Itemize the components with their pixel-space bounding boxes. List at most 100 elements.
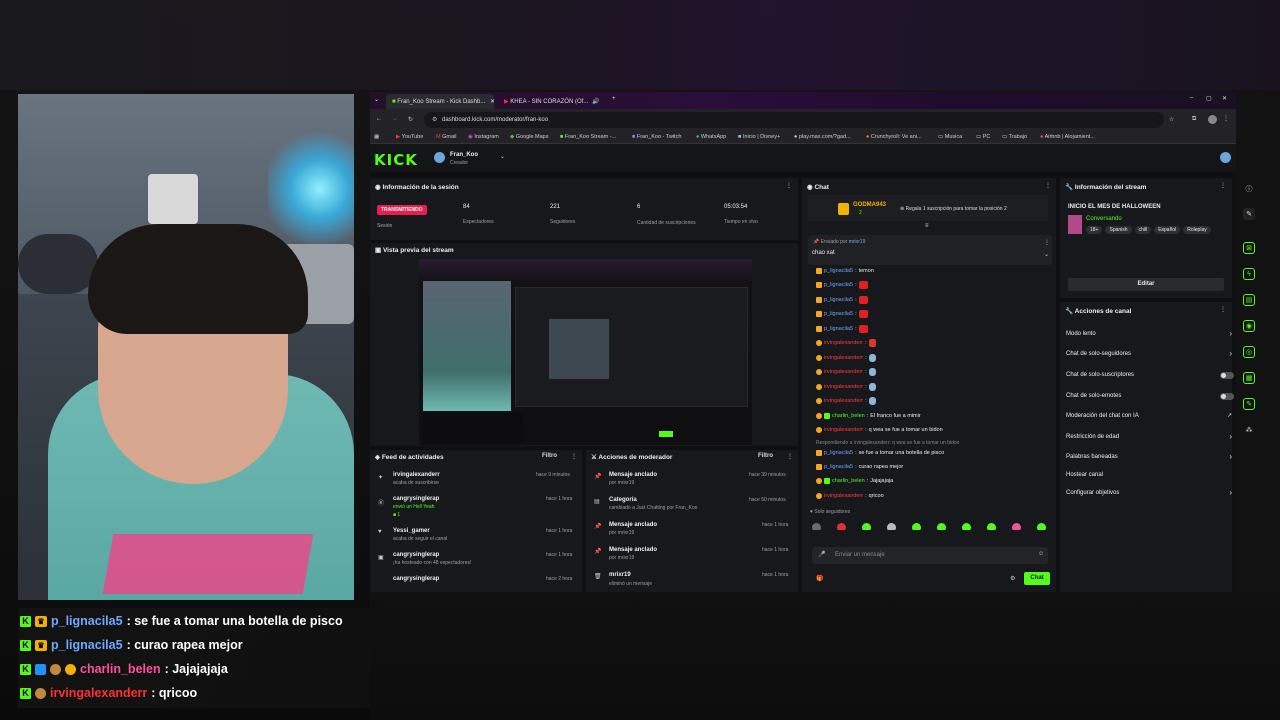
url-field[interactable]: ⚙ dashboard.kick.com/moderator/fran-koo … — [424, 112, 1174, 128]
chat-message: p_lignacila5: — [816, 323, 868, 335]
action-age-restriction[interactable]: Restricción de edad › — [1066, 432, 1232, 441]
kick-badge-icon: K — [20, 663, 31, 675]
bookmark-maps[interactable]: ◆ Google Maps — [510, 134, 548, 140]
menu-dots-icon[interactable]: ⋮ — [1220, 182, 1226, 189]
chat-bubble-icon[interactable]: ◉ — [1243, 320, 1255, 332]
activity-user[interactable]: cangrysinglerap — [393, 552, 439, 558]
document-icon[interactable]: ▤ — [1243, 294, 1255, 306]
toggle-subscribers-only[interactable] — [1220, 372, 1234, 379]
emote[interactable] — [837, 523, 846, 530]
action-configure-goals[interactable]: Configurar objetivos › — [1066, 488, 1232, 497]
calendar-icon[interactable]: ▦ — [1243, 372, 1255, 384]
chevron-down-icon[interactable]: ⌄ — [500, 153, 505, 160]
bookmark-instagram[interactable]: ◉ Instagram — [468, 134, 499, 140]
activity-filter-button[interactable]: Filtro — [542, 453, 557, 459]
bookmark-fran-stream[interactable]: ■ Fran_Koo Stream -... — [560, 134, 616, 140]
bookmark-youtube[interactable]: ▶ YouTube — [396, 134, 423, 140]
kick-logo[interactable]: KICK — [374, 151, 418, 169]
info-icon[interactable]: ⓘ — [1243, 183, 1255, 195]
chevron-down-icon[interactable]: ⌄ — [1044, 251, 1049, 258]
site-info-icon[interactable]: ⚙ — [432, 116, 437, 123]
bookmark-folder-pc[interactable]: ▭ PC — [976, 134, 990, 140]
close-window-icon[interactable]: ✕ — [1222, 95, 1227, 102]
star-icon[interactable]: ☆ — [1169, 116, 1174, 123]
action-ai-moderation[interactable]: Moderación del chat con IA ↗ — [1066, 413, 1232, 419]
chevron-right-icon: › — [1229, 329, 1232, 338]
reload-icon[interactable]: ↻ — [408, 116, 413, 123]
user-avatar[interactable] — [1220, 152, 1231, 163]
emote[interactable] — [862, 523, 871, 530]
expand-icon[interactable]: ≡ — [925, 223, 929, 229]
bookmark-gmail[interactable]: M Gmail — [436, 134, 457, 140]
minimize-icon[interactable]: – — [1190, 95, 1193, 101]
chat-message: p_lignacila5: — [816, 294, 868, 306]
tab-list-icon[interactable]: ⌄ — [374, 96, 379, 103]
action-host-channel[interactable]: Hostear canal — [1066, 472, 1226, 478]
activity-user[interactable]: cangrysinglerap — [393, 576, 439, 582]
menu-dots-icon[interactable]: ⋮ — [1223, 115, 1229, 122]
stream-preview-video[interactable] — [419, 259, 752, 445]
edit-stream-button[interactable]: Editar — [1068, 278, 1224, 291]
bookmark-max[interactable]: ● play.max.com/?gad... — [794, 134, 851, 140]
gear-icon[interactable]: ⚙ — [1010, 575, 1015, 582]
new-tab-icon[interactable]: + — [612, 96, 616, 102]
action-slow-mode[interactable]: Modo lento › — [1066, 329, 1232, 338]
emote[interactable] — [812, 523, 821, 530]
emote[interactable] — [1012, 523, 1021, 530]
chat-input[interactable]: 🎤 Enviar un mensaje ☺ — [812, 547, 1048, 564]
activity-user[interactable]: Yessi_gamer — [393, 528, 430, 534]
tab-kick-dashboard[interactable]: ■ Fran_Koo Stream - Kick Dashb... ✕ — [386, 94, 494, 109]
bookmark-whatsapp[interactable]: ● WhatsApp — [696, 134, 726, 140]
tag: chill — [1134, 226, 1152, 234]
emote[interactable] — [887, 523, 896, 530]
activity-user[interactable]: cangrysinglerap — [393, 496, 439, 502]
back-icon[interactable]: ← — [376, 116, 382, 122]
tab-youtube[interactable]: ▶ KHEA - SIN CORAZÓN (Of... 🔊 — [498, 94, 606, 109]
overlay-text: : se fue a tomar una botella de pisco — [126, 614, 343, 628]
activity-user[interactable]: irvingalexanderr — [393, 472, 440, 478]
emoji-icon[interactable]: ☺ — [1038, 551, 1044, 557]
action-followers-only[interactable]: Chat de solo-seguidores › — [1066, 349, 1232, 358]
tool-icon[interactable]: ✎ — [1243, 398, 1255, 410]
apps-icon[interactable]: ▦ — [374, 134, 379, 140]
bookmark-folder-musica[interactable]: ▭ Musica — [938, 134, 962, 140]
action-banned-words[interactable]: Palabras baneadas › — [1066, 452, 1232, 461]
emote[interactable] — [962, 523, 971, 530]
maximize-icon[interactable]: ▢ — [1206, 95, 1212, 102]
emote — [858, 281, 868, 289]
menu-dots-icon[interactable]: ⋮ — [571, 453, 577, 460]
send-chat-button[interactable]: Chat — [1024, 572, 1050, 585]
menu-dots-icon[interactable]: ⋮ — [787, 453, 793, 460]
bookmark-crunchyroll[interactable]: ● Crunchyroll: Ve ani... — [866, 134, 922, 140]
activity-item: cangrysinglerap hace 2 hora — [370, 574, 592, 592]
menu-dots-icon[interactable]: ⋮ — [1044, 239, 1050, 246]
mic-icon[interactable]: 🎤 — [818, 551, 825, 558]
emote[interactable] — [1037, 523, 1046, 530]
broadcast-icon[interactable]: ◎ — [1243, 346, 1255, 358]
bookmark-folder-trabajo[interactable]: ▭ Trabajo — [1002, 134, 1027, 140]
stream-category[interactable]: Conversando — [1086, 216, 1122, 222]
emote-bar[interactable] — [812, 519, 1052, 530]
bookmark-twitch[interactable]: ■ Fran_Koo - Twitch — [632, 134, 681, 140]
menu-dots-icon[interactable]: ⋮ — [1220, 306, 1226, 313]
emote[interactable] — [987, 523, 996, 530]
gift-icon[interactable]: 🎁 — [816, 575, 823, 582]
menu-dots-icon[interactable]: ⋮ — [1045, 182, 1051, 189]
menu-dots-icon[interactable]: ⋮ — [786, 182, 792, 189]
extensions-icon[interactable]: ⧉ — [1192, 116, 1196, 123]
clip-icon[interactable]: ⊠ — [1243, 242, 1255, 254]
close-icon[interactable]: ✕ — [490, 99, 494, 105]
profile-avatar[interactable] — [1208, 115, 1217, 124]
toggle-emotes-only[interactable] — [1220, 393, 1234, 400]
more-icon[interactable]: ⁂ — [1243, 424, 1255, 436]
bookmark-airbnb[interactable]: ● Airbnb | Alojamient... — [1040, 134, 1095, 140]
bolt-icon[interactable]: ϟ — [1243, 268, 1255, 280]
top-gifter-name[interactable]: GODMA943 — [853, 202, 886, 208]
emote[interactable] — [912, 523, 921, 530]
bookmark-disney[interactable]: ■ Inicio | Disney+ — [738, 134, 780, 140]
gift-prompt[interactable]: ⊕ Regala 1 suscripción para tomar la pos… — [900, 206, 1007, 212]
forward-icon[interactable]: → — [392, 116, 398, 122]
emote[interactable] — [937, 523, 946, 530]
pencil-icon[interactable]: ✎ — [1243, 208, 1255, 220]
mod-filter-button[interactable]: Filtro — [758, 453, 773, 459]
